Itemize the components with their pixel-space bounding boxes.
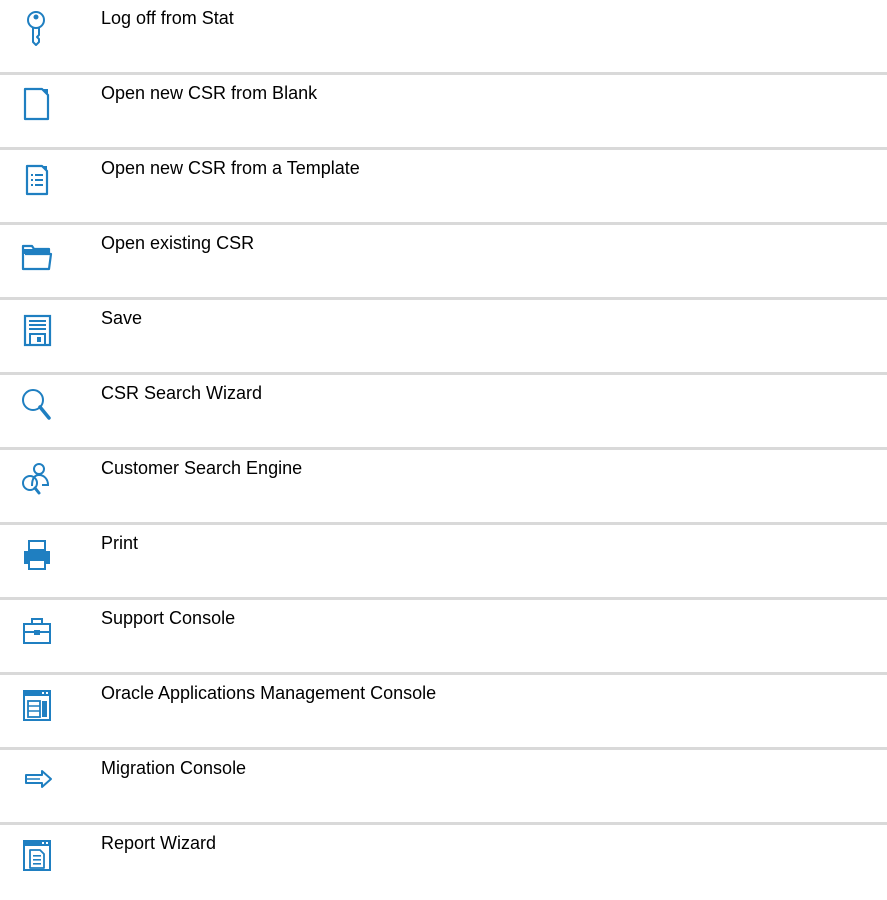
table-row-report-wizard: Report Wizard (0, 825, 887, 900)
row-label: Open new CSR from Blank (101, 83, 318, 103)
floppy-disk-icon (18, 308, 54, 348)
row-label: Oracle Applications Management Console (101, 683, 437, 703)
table-row-save: Save (0, 300, 887, 375)
table-row-open-existing: Open existing CSR (0, 225, 887, 300)
row-label: Log off from Stat (101, 8, 234, 28)
row-label: Customer Search Engine (101, 458, 303, 478)
console-window-icon (18, 683, 54, 723)
folder-icon (18, 233, 54, 273)
template-document-icon (18, 158, 54, 198)
table-row-migration-console: Migration Console (0, 750, 887, 825)
row-label: Support Console (101, 608, 236, 628)
row-label: Save (101, 308, 143, 328)
key-icon (18, 8, 54, 48)
toolbar-icon-table: Log off from Stat Open new CSR from Blan… (0, 0, 887, 900)
magnifier-icon (18, 383, 54, 423)
table-row-open-blank: Open new CSR from Blank (0, 75, 887, 150)
table-row-oracle-console: Oracle Applications Management Console (0, 675, 887, 750)
table-row-open-template: Open new CSR from a Template (0, 150, 887, 225)
row-label: Open new CSR from a Template (101, 158, 360, 178)
briefcase-icon (18, 608, 54, 648)
row-label: Open existing CSR (101, 233, 255, 253)
report-window-icon (18, 833, 54, 873)
table-row-csr-search: CSR Search Wizard (0, 375, 887, 450)
table-row-log-off: Log off from Stat (0, 0, 887, 75)
table-row-print: Print (0, 525, 887, 600)
row-label: Print (101, 533, 139, 553)
table-row-support-console: Support Console (0, 600, 887, 675)
row-label: CSR Search Wizard (101, 383, 263, 403)
blank-document-icon (18, 83, 54, 123)
table-row-customer-search: Customer Search Engine (0, 450, 887, 525)
row-label: Migration Console (101, 758, 247, 778)
row-label: Report Wizard (101, 833, 217, 853)
customer-search-icon (18, 458, 54, 498)
printer-icon (18, 533, 54, 573)
arrow-right-icon (18, 758, 54, 798)
